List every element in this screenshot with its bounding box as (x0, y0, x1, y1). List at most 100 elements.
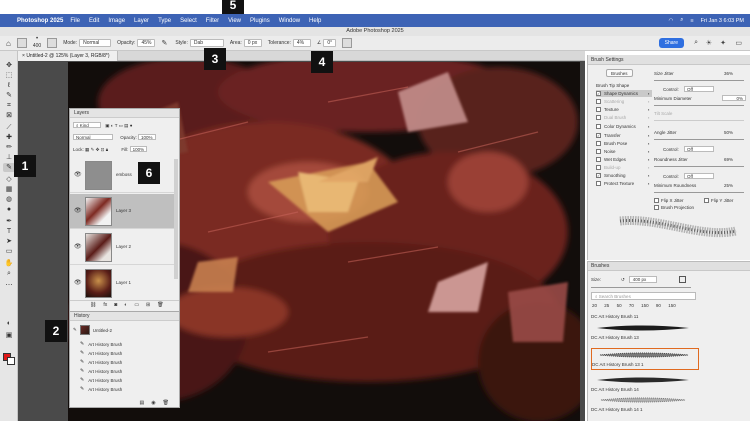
lock-icon[interactable]: ▪ (648, 98, 649, 105)
checked-checkbox[interactable]: ✓ (596, 91, 601, 96)
brush-settings-option[interactable]: Dual Brush ▪ (596, 114, 649, 121)
layers-panel-title[interactable]: Layers (70, 109, 179, 118)
dodge-tool-icon[interactable]: ● (3, 205, 15, 214)
control-center-icon[interactable]: ≡ (690, 18, 693, 24)
learn-icon[interactable]: ☀ (706, 39, 712, 47)
brush-preset-size[interactable]: 150 (641, 303, 649, 308)
visibility-eye-icon[interactable]: 👁︎ (74, 171, 82, 178)
path-select-tool-icon[interactable]: ➤ (3, 237, 15, 246)
history-trash-icon[interactable]: 🗑︎ (163, 400, 169, 406)
lock-transparent-icon[interactable]: ▦ (85, 147, 89, 152)
brush-size-slider[interactable] (591, 287, 691, 288)
brush-preset-item[interactable]: DC Art History Brush 11 (591, 314, 699, 319)
snapshot-camera-icon[interactable]: ◉ (151, 400, 155, 406)
brush-settings-option[interactable]: ✓ Shape Dynamics ▪ (596, 90, 652, 97)
adjustment-icon[interactable]: ◐ (124, 302, 127, 308)
lock-icon[interactable]: ▪ (648, 164, 649, 171)
brushes-panel-title[interactable]: Brushes (588, 262, 750, 271)
menu-type[interactable]: Type (158, 18, 171, 24)
roundness-jitter-slider[interactable] (654, 166, 744, 167)
type-tool-icon[interactable]: T (3, 227, 15, 236)
brush-settings-option[interactable]: Brush Pose ▪ (596, 140, 649, 147)
brush-preset-size[interactable]: 90 (656, 303, 661, 308)
search-icon[interactable]: ⌕ (680, 17, 683, 24)
lock-all-icon[interactable]: 🔒︎ (106, 147, 108, 152)
layer-row-layer-3[interactable]: 👁︎ Layer 3 (70, 194, 174, 229)
lock-icon[interactable]: ▪ (648, 123, 649, 130)
control-select-1[interactable]: Off (684, 86, 714, 92)
close-tab-icon[interactable]: × (22, 53, 25, 59)
filter-pixel-icon[interactable]: ▣ (105, 123, 109, 128)
history-step[interactable]: ✎ Art History Brush (80, 340, 122, 349)
checkbox[interactable] (596, 141, 601, 146)
checked-checkbox[interactable]: ✓ (596, 173, 601, 178)
brush-settings-option[interactable]: Brush Tip Shape (596, 82, 629, 89)
brush-settings-option[interactable]: Scattering ▪ (596, 98, 649, 105)
layers-scrollbar[interactable] (174, 159, 178, 279)
gradient-tool-icon[interactable]: ▦ (3, 185, 15, 194)
quick-select-tool-icon[interactable]: ✎ (3, 91, 15, 100)
fill-input[interactable]: 100% (129, 146, 148, 152)
brush-settings-option[interactable]: Protect Texture ▪ (596, 180, 649, 187)
lock-icon[interactable]: ▪ (648, 90, 649, 97)
move-tool-icon[interactable]: ✥ (3, 61, 15, 70)
visibility-eye-icon[interactable]: 👁︎ (74, 243, 82, 250)
link-icon[interactable]: ⛓︎ (90, 302, 96, 308)
history-brush-source-icon[interactable]: ✎ (73, 327, 77, 333)
brush-settings-option[interactable]: Build-up ▪ (596, 164, 649, 171)
menu-filter[interactable]: Filter (206, 18, 219, 24)
lasso-tool-icon[interactable]: ℓ (3, 81, 15, 90)
lock-icon[interactable]: ▪ (648, 140, 649, 147)
new-layer-icon[interactable]: ⊞ (146, 302, 150, 308)
filter-shape-icon[interactable]: ▭ (119, 123, 123, 128)
more-tools-icon[interactable]: ⋯ (3, 281, 15, 290)
menu-image[interactable]: Image (108, 18, 125, 24)
zoom-tool-icon[interactable]: ⌕ (3, 269, 15, 278)
pressure-size-icon[interactable] (342, 38, 353, 48)
filter-adjustment-icon[interactable]: ◐ (111, 123, 114, 128)
brush-preset-item[interactable]: DC Art History Brush 14 1 (591, 394, 699, 412)
new-document-from-state-icon[interactable]: ▤ (140, 400, 145, 406)
wifi-icon[interactable]: ◠ (668, 18, 673, 24)
brush-settings-toggle[interactable] (47, 38, 58, 48)
min-roundness-slider[interactable] (654, 192, 744, 193)
visibility-eye-icon[interactable]: 👁︎ (74, 279, 82, 286)
tilt-scale-slider[interactable] (654, 120, 744, 121)
angle-jitter-slider[interactable] (654, 139, 744, 140)
fx-icon[interactable]: fx (103, 302, 107, 308)
brush-settings-option[interactable]: Wet Edges ▪ (596, 156, 649, 163)
lock-icon[interactable]: ▪ (648, 180, 649, 187)
menu-view[interactable]: View (228, 18, 241, 24)
pen-tool-icon[interactable]: ✒ (3, 217, 15, 226)
opacity-input[interactable]: 45% (137, 39, 156, 47)
brush-preset-size[interactable]: 25 (604, 303, 609, 308)
share-button[interactable]: Share (658, 38, 684, 48)
flip-y-option[interactable]: Flip Y Jitter (704, 198, 733, 203)
brush-search-input[interactable]: ⌕ Search Brushes (591, 292, 696, 300)
checkbox[interactable] (596, 149, 601, 154)
lock-icon[interactable]: ▪ (648, 132, 649, 139)
pressure-opacity-icon[interactable]: ✎ (161, 39, 167, 47)
brush-size-toggle-icon[interactable] (678, 276, 686, 283)
eyedropper-tool-icon[interactable]: ⟋ (3, 123, 15, 132)
lock-image-icon[interactable]: ✎ (91, 147, 95, 152)
healing-tool-icon[interactable]: ✚ (3, 133, 15, 142)
hand-tool-icon[interactable]: ✋ (3, 259, 15, 268)
lock-icon[interactable]: ▪ (648, 148, 649, 155)
brush-projection-option[interactable]: Brush Projection (654, 205, 694, 210)
menu-help[interactable]: Help (309, 18, 321, 24)
history-snapshot[interactable]: ✎ Untitled-2 (73, 324, 112, 336)
tool-preset-icon[interactable] (16, 38, 27, 48)
brush-size-preset[interactable]: • 400 (33, 36, 41, 49)
brush-settings-option[interactable]: ✓ Smoothing ▪ (596, 172, 649, 179)
size-jitter-slider[interactable] (654, 80, 744, 81)
brush-settings-option[interactable]: ✓ Transfer ▪ (596, 132, 649, 139)
checkbox[interactable] (596, 107, 601, 112)
control-select-2[interactable]: Off (684, 146, 714, 152)
lock-icon[interactable]: ▪ (648, 172, 649, 179)
screen-mode-icon[interactable]: ▣ (3, 331, 15, 340)
lock-position-icon[interactable]: ✥ (96, 147, 100, 152)
shape-tool-icon[interactable]: ▭ (3, 247, 15, 256)
workspace-icon[interactable]: ▭ (735, 39, 742, 47)
history-step[interactable]: ✎ Art History Brush (80, 376, 122, 385)
